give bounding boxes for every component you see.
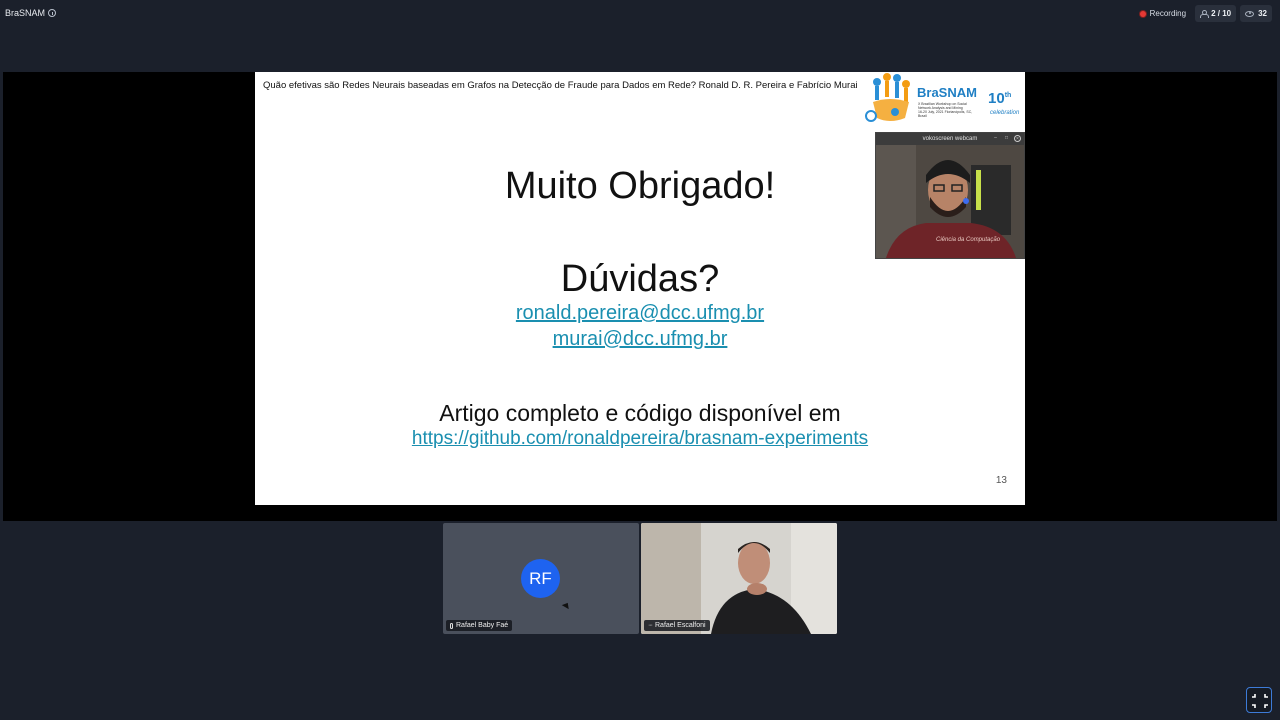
email-link-2[interactable]: murai@dcc.ufmg.br [255,328,1025,351]
participants-count[interactable]: 2 / 10 [1195,5,1237,22]
info-icon[interactable] [48,9,57,17]
participant-tiles: RF Rafael Baby Faé ··· Rafael Escalfoni [443,523,837,634]
mouse-cursor-icon [561,600,572,610]
slide-article-text: Artigo completo e código disponível em [439,400,841,426]
avatar: RF [521,559,560,598]
participant-name-tag: Rafael Baby Faé [446,620,513,631]
eye-icon [1245,10,1255,17]
maximize-icon[interactable]: □ [1003,135,1010,142]
github-link[interactable]: https://github.com/ronaldpereira/brasnam… [255,428,1025,450]
slide-page-number: 13 [995,475,1007,486]
participant-video [641,523,837,634]
webcam-window-titlebar[interactable]: vokoscreen webcam – □ × [876,133,1024,145]
logo-subtitle: X Brazilian Workshop on Social Network A… [918,102,973,118]
room-name[interactable]: BraSNAM [5,8,57,18]
hand-logo-icon [865,73,910,122]
mic-icon [450,622,453,629]
recording-dot-icon [1139,10,1146,17]
viewers-count[interactable]: 32 [1240,5,1272,22]
participant-name: Rafael Escalfoni [655,622,706,629]
recording-indicator[interactable]: Recording [1135,5,1191,22]
room-name-label: BraSNAM [5,8,46,18]
minimize-icon[interactable]: – [992,135,999,142]
webcam-video-feed: Ciência da Computação [876,145,1024,258]
participant-name: Rafael Baby Faé [456,622,509,629]
recording-label: Recording [1149,9,1187,18]
more-icon: ··· [648,622,653,629]
window-controls: – □ × [992,135,1021,142]
close-icon[interactable]: × [1014,135,1021,142]
participant-tile[interactable]: RF Rafael Baby Faé [443,523,639,634]
participant-name-tag: ··· Rafael Escalfoni [644,620,710,631]
logo-celebration: celebration [990,110,1020,116]
webcam-window[interactable]: vokoscreen webcam – □ × Ciência da Compu… [875,132,1025,259]
brasnam-logo: BraSNAM X Brazilian Workshop on Social N… [865,72,1025,128]
screen-share-stage: Quão efetivas são Redes Neurais baseadas… [3,72,1277,521]
top-bar: BraSNAM Recording 2 / 10 32 [0,0,1280,28]
exit-fullscreen-button[interactable] [1246,687,1272,713]
exit-fullscreen-icon [1252,694,1268,708]
webcam-window-title: vokoscreen webcam [922,136,978,142]
participants-icon [1200,10,1210,18]
participant-tile[interactable]: ··· Rafael Escalfoni [641,523,837,634]
logo-tenth: 10th [988,90,1012,107]
slide-questions: Dúvidas? [560,258,720,300]
slide-header: Quão efetivas são Redes Neurais baseadas… [263,80,858,91]
viewers-count-label: 32 [1258,9,1267,18]
email-link-1[interactable]: ronald.pereira@dcc.ufmg.br [255,302,1025,325]
top-right-controls: Recording 2 / 10 32 [1135,5,1272,22]
webcam-shirt-text: Ciência da Computação [936,237,1001,243]
logo-title: BraSNAM [917,85,977,100]
participants-count-label: 2 / 10 [1211,9,1232,18]
